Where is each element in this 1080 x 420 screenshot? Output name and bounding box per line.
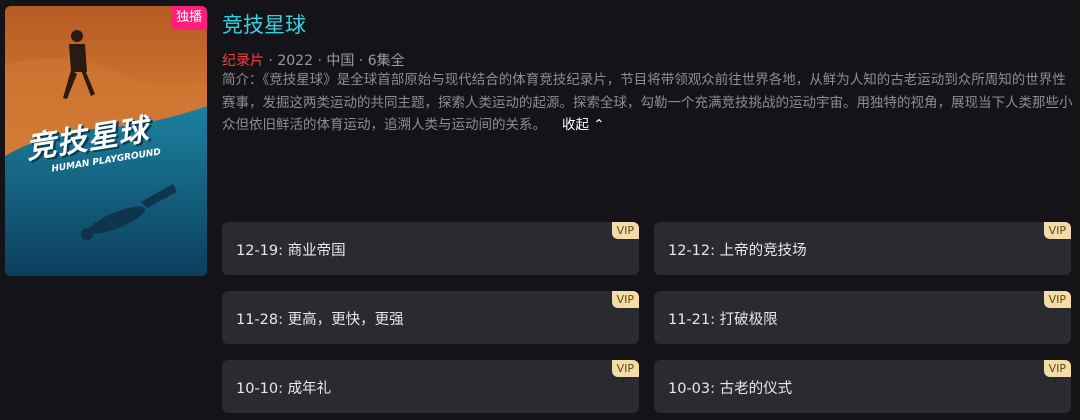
episode-item[interactable]: 11-21: 打破极限 VIP [654,291,1071,344]
vip-badge: VIP [611,360,639,377]
vip-badge: VIP [611,222,639,239]
episode-item[interactable]: 10-10: 成年礼 VIP [222,360,639,413]
meta-separator: · [354,53,368,69]
meta-episode-count: 6集全 [367,53,405,69]
meta-separator: · [313,53,327,69]
episode-title: 10-03: 古老的仪式 [668,381,793,397]
synopsis-text: 简介：《竞技星球》是全球首部原始与现代结合的体育竞技纪录片，节目将带领观众前往世… [222,72,1073,133]
genre-tag[interactable]: 纪录片 [222,53,264,69]
episode-item[interactable]: 11-28: 更高，更快，更强 VIP [222,291,639,344]
vip-badge: VIP [1043,222,1071,239]
meta-separator: · [264,53,278,69]
episode-title: 11-21: 打破极限 [668,312,778,328]
episode-title: 10-10: 成年礼 [236,381,332,397]
episode-title: 11-28: 更高，更快，更强 [236,312,404,328]
episode-item[interactable]: 12-19: 商业帝国 VIP [222,222,639,275]
episode-item[interactable]: 12-12: 上帝的竞技场 VIP [654,222,1071,275]
vip-badge: VIP [1043,360,1071,377]
exclusive-badge: 独播 [170,6,207,30]
poster[interactable]: 独播 竞技星球 HUMAN PLAYGROUND [5,6,207,276]
episode-title: 12-19: 商业帝国 [236,243,346,259]
show-title[interactable]: 竞技星球 [222,9,306,39]
synopsis: 简介：《竞技星球》是全球首部原始与现代结合的体育竞技纪录片，节目将带领观众前往世… [222,69,1074,137]
vip-badge: VIP [611,291,639,308]
show-meta: 纪录片 · 2022 · 中国 · 6集全 [222,50,405,70]
collapse-button[interactable]: 收起 ⌃ [562,117,605,133]
meta-region: 中国 [326,53,355,69]
vip-badge: VIP [1043,291,1071,308]
episode-title: 12-12: 上帝的竞技场 [668,243,807,259]
meta-year: 2022 [277,53,313,69]
episode-item[interactable]: 10-03: 古老的仪式 VIP [654,360,1071,413]
